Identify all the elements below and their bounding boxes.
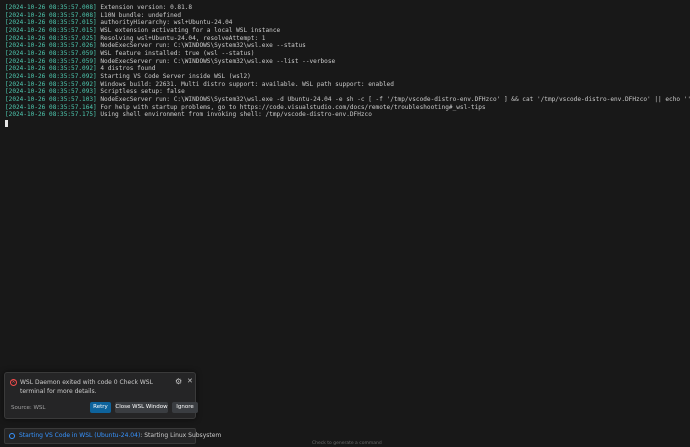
log-line: [2024-10-26 08:35:57.092] Starting VS Co… [5,73,689,81]
log-message: NodeExecServer run: C:\WINDOWS\System32\… [96,42,306,50]
log-timestamp: [2024-10-26 08:35:57.015] [5,19,97,27]
log-timestamp: [2024-10-26 08:35:57.059] [5,49,97,57]
gear-icon[interactable]: ⚙ [175,377,182,386]
log-line: [2024-10-26 08:35:57.026] NodeExecServer… [5,42,689,50]
log-line: [2024-10-26 08:35:57.093] Scriptless set… [5,88,689,96]
log-message: WSL feature installed: true (wsl --statu… [96,49,255,57]
log-line: [2024-10-26 08:35:57.059] WSL feature in… [5,50,689,58]
log-line: [2024-10-26 08:35:57.103] NodeExecServer… [5,95,690,104]
log-timestamp: [2024-10-26 08:35:57.008] [5,11,97,19]
progress-status: : Starting Linux Subsystem [140,432,222,439]
log-line: [2024-10-26 08:35:57.008] Extension vers… [5,4,689,12]
notification-source: Source: WSL [11,405,46,411]
log-timestamp: [2024-10-26 08:35:57.092] [5,65,97,73]
ignore-button[interactable]: Ignore [172,402,198,413]
progress-notification: Starting VS Code in WSL (Ubuntu-24.04): … [4,428,221,444]
close-wsl-window-button[interactable]: Close WSL Window [115,402,168,413]
log-line: [2024-10-26 08:35:57.164] For help with … [5,104,689,112]
log-timestamp: [2024-10-26 08:35:57.093] [5,88,97,96]
bottom-hint: Check to generate a command [312,441,382,446]
log-message: Extension version: 0.81.8 [96,4,193,11]
log-line: [2024-10-26 08:35:57.059] NodeExecServer… [5,58,689,66]
progress-text: Starting VS Code in WSL (Ubuntu-24.04): … [19,432,221,440]
log-timestamp: [2024-10-26 08:35:57.103] [5,95,97,103]
close-icon[interactable]: ✕ [187,377,193,386]
log-line: [2024-10-26 08:35:57.092] Windows build:… [5,81,689,89]
log-timestamp: [2024-10-26 08:35:57.025] [5,34,97,42]
error-icon: × [10,379,17,386]
log-timestamp: [2024-10-26 08:35:57.026] [5,42,97,50]
log-message: NodeExecServer run: C:\WINDOWS\System32\… [96,95,690,103]
log-message: 4 distros found [96,65,156,73]
log-line: [2024-10-26 08:35:57.025] Resolving wsl+… [5,35,689,43]
log-timestamp: [2024-10-26 08:35:57.175] [5,111,97,119]
log-message: For help with startup problems, go to ht… [96,103,486,111]
log-line: [2024-10-26 08:35:57.015] authorityHiera… [5,19,689,27]
log-line: [2024-10-26 08:35:57.015] WSL extension … [5,27,689,35]
log-message: Windows build: 22631. Multi distro suppo… [96,80,394,88]
notification-toast: × WSL Daemon exited with code 0 Check WS… [4,372,198,419]
progress-link[interactable]: Starting VS Code in WSL (Ubuntu-24.04) [19,432,140,439]
log-message: WSL extension activating for a local WSL… [96,26,281,34]
info-icon [9,433,15,439]
log-line: [2024-10-26 08:35:57.092] 4 distros foun… [5,65,689,73]
log-timestamp: [2024-10-26 08:35:57.059] [5,57,97,65]
log-message: Starting VS Code Server inside WSL (wsl2… [96,72,251,80]
log-line: [2024-10-26 08:35:57.008] L10N bundle: u… [5,12,689,20]
retry-button[interactable]: Retry [90,402,111,413]
log-line: [2024-10-26 08:35:57.175] Using shell en… [5,111,689,119]
log-timestamp: [2024-10-26 08:35:57.092] [5,80,97,88]
notification-message: WSL Daemon exited with code 0 Check WSL … [20,379,153,395]
log-message: L10N bundle: undefined [96,11,182,19]
terminal-cursor [5,119,8,127]
log-message: Scriptless setup: false [96,88,185,96]
log-lines: [2024-10-26 08:35:57.008] Extension vers… [5,4,690,127]
log-message: Using shell environment from invoking sh… [96,111,372,119]
log-message: NodeExecServer run: C:\WINDOWS\System32\… [96,57,336,65]
log-message: Resolving wsl+Ubuntu-24.04, resolveAttem… [96,34,266,42]
log-timestamp: [2024-10-26 08:35:57.008] [5,4,97,11]
log-timestamp: [2024-10-26 08:35:57.164] [5,103,97,111]
log-message: authorityHierarchy: wsl+Ubuntu-24.04 [96,19,233,27]
log-timestamp: [2024-10-26 08:35:57.015] [5,26,97,34]
log-timestamp: [2024-10-26 08:35:57.092] [5,72,97,80]
